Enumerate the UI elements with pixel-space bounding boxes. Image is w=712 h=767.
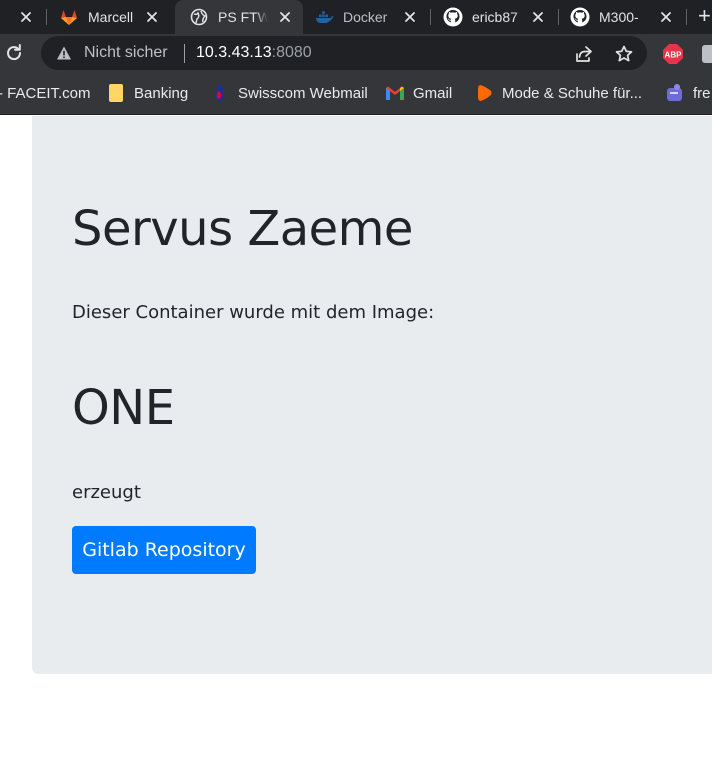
bookmark-extension[interactable]: fre: [665, 72, 711, 114]
bookmarks-bar: - FACEIT.com Banking Swisscom Webmail Gm…: [0, 72, 712, 115]
bookmark-swisscom[interactable]: Swisscom Webmail: [210, 72, 368, 114]
extension-icon[interactable]: [702, 45, 712, 63]
close-icon[interactable]: [658, 9, 674, 25]
browser-tab-docker[interactable]: Docker: [306, 0, 428, 34]
image-name-heading: ONE: [72, 380, 175, 436]
github-icon: [570, 7, 590, 27]
browser-tab-partial[interactable]: [0, 0, 46, 34]
address-bar[interactable]: Nicht sicher 10.3.43.13:8080: [41, 36, 647, 70]
browser-tab-title: ericb87: [472, 9, 518, 25]
browser-tab-title: M300-: [599, 9, 639, 25]
close-icon[interactable]: [277, 9, 293, 25]
browser-tab-github[interactable]: ericb87: [434, 0, 556, 34]
bookmark-label: fre: [693, 84, 711, 102]
puzzle-icon: [665, 83, 685, 103]
bookmark-folder-banking[interactable]: Banking: [106, 72, 188, 114]
tab-strip: Marcell PS FTW Docker ericb87 M300- +: [0, 0, 712, 34]
browser-toolbar: Nicht sicher 10.3.43.13:8080 ABP: [0, 34, 712, 72]
bookmark-label: Banking: [134, 84, 189, 102]
bookmark-label: Mode & Schuhe für...: [502, 84, 643, 102]
browser-tab-title: PS FTW: [218, 9, 268, 25]
browser-tab-title: Marcell: [88, 9, 134, 25]
close-icon[interactable]: [144, 9, 160, 25]
warning-icon[interactable]: [56, 45, 72, 61]
bookmark-star-icon[interactable]: [614, 44, 634, 64]
browser-tab-gitlab[interactable]: Marcell: [50, 0, 170, 34]
browser-tab-title: Docker: [343, 9, 388, 25]
tab-separator: [686, 9, 687, 25]
browser-tab-active[interactable]: PS FTW: [175, 0, 303, 34]
adblock-plus-icon[interactable]: ABP: [662, 43, 684, 65]
browser-tab-github-2[interactable]: M300-: [562, 0, 684, 34]
bookmark-gmail[interactable]: Gmail: [385, 72, 452, 114]
gmail-icon: [385, 83, 405, 103]
page-lead-text: Dieser Container wurde mit dem Image:: [72, 302, 435, 323]
security-status[interactable]: Nicht sicher: [84, 44, 168, 62]
url-host: 10.3.43.13: [196, 44, 272, 61]
github-icon: [443, 7, 463, 27]
bookmark-label: Swisscom Webmail: [238, 84, 368, 102]
close-icon[interactable]: [402, 9, 418, 25]
address-divider: [184, 44, 185, 63]
globe-icon: [189, 7, 209, 27]
address-url[interactable]: 10.3.43.13:8080: [196, 44, 312, 62]
close-icon[interactable]: [18, 9, 34, 25]
zalando-icon: [474, 83, 494, 103]
bookmark-faceit[interactable]: - FACEIT.com: [0, 72, 91, 114]
reload-icon[interactable]: [3, 42, 25, 64]
page-title: Servus Zaeme: [72, 201, 413, 257]
bookmark-zalando[interactable]: Mode & Schuhe für...: [474, 72, 642, 114]
page-viewport: Servus Zaeme Dieser Container wurde mit …: [0, 116, 712, 767]
close-icon[interactable]: [530, 9, 546, 25]
bookmark-label: - FACEIT.com: [0, 84, 91, 102]
tab-separator: [46, 9, 47, 25]
docker-icon: [314, 7, 334, 27]
jumbotron: Servus Zaeme Dieser Container wurde mit …: [32, 116, 712, 674]
bookmark-label: Gmail: [413, 84, 453, 102]
share-icon[interactable]: [574, 44, 594, 64]
folder-icon: [106, 83, 126, 103]
abp-label: ABP: [665, 51, 683, 60]
gitlab-repository-button[interactable]: Gitlab Repository: [72, 526, 256, 574]
swisscom-icon: [210, 83, 230, 103]
gitlab-icon: [59, 7, 79, 27]
url-port: :8080: [271, 44, 312, 61]
new-tab-button[interactable]: +: [698, 5, 711, 27]
tab-separator: [430, 9, 431, 25]
page-suffix-text: erzeugt: [72, 482, 141, 503]
tab-separator: [558, 9, 559, 25]
